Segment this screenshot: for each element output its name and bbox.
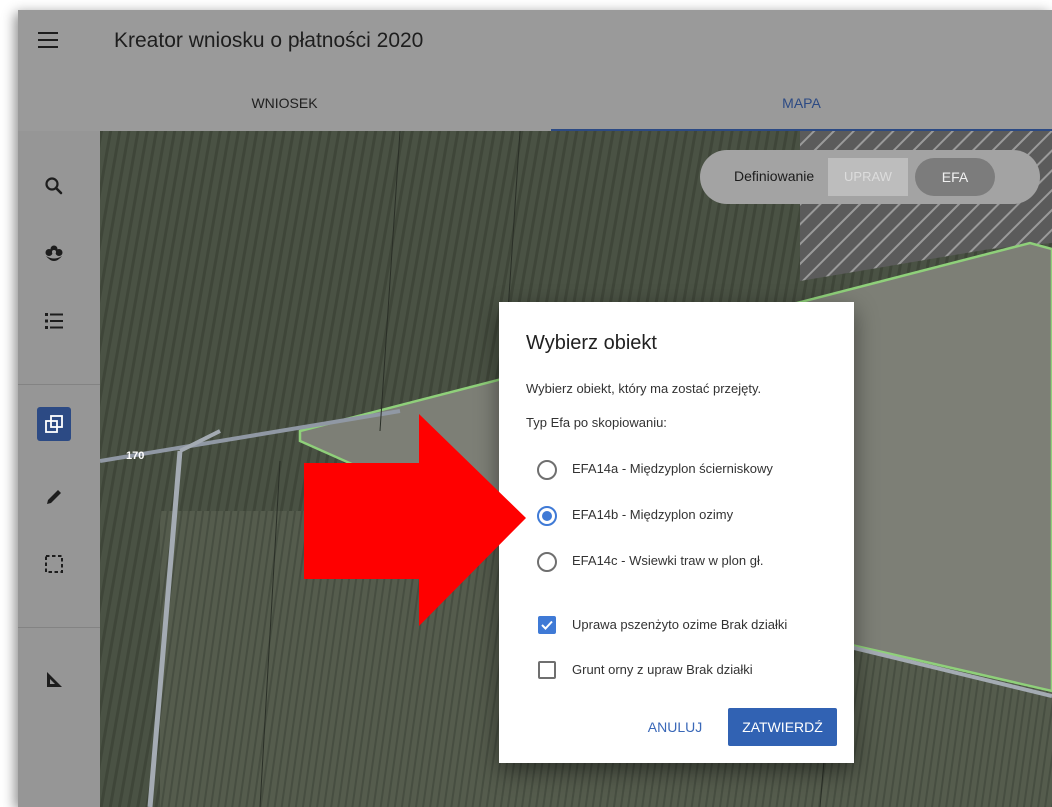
- annotation-arrow-icon: [304, 414, 526, 626]
- app-window: Kreator wniosku o płatności 2020 WNIOSEK…: [18, 10, 1052, 807]
